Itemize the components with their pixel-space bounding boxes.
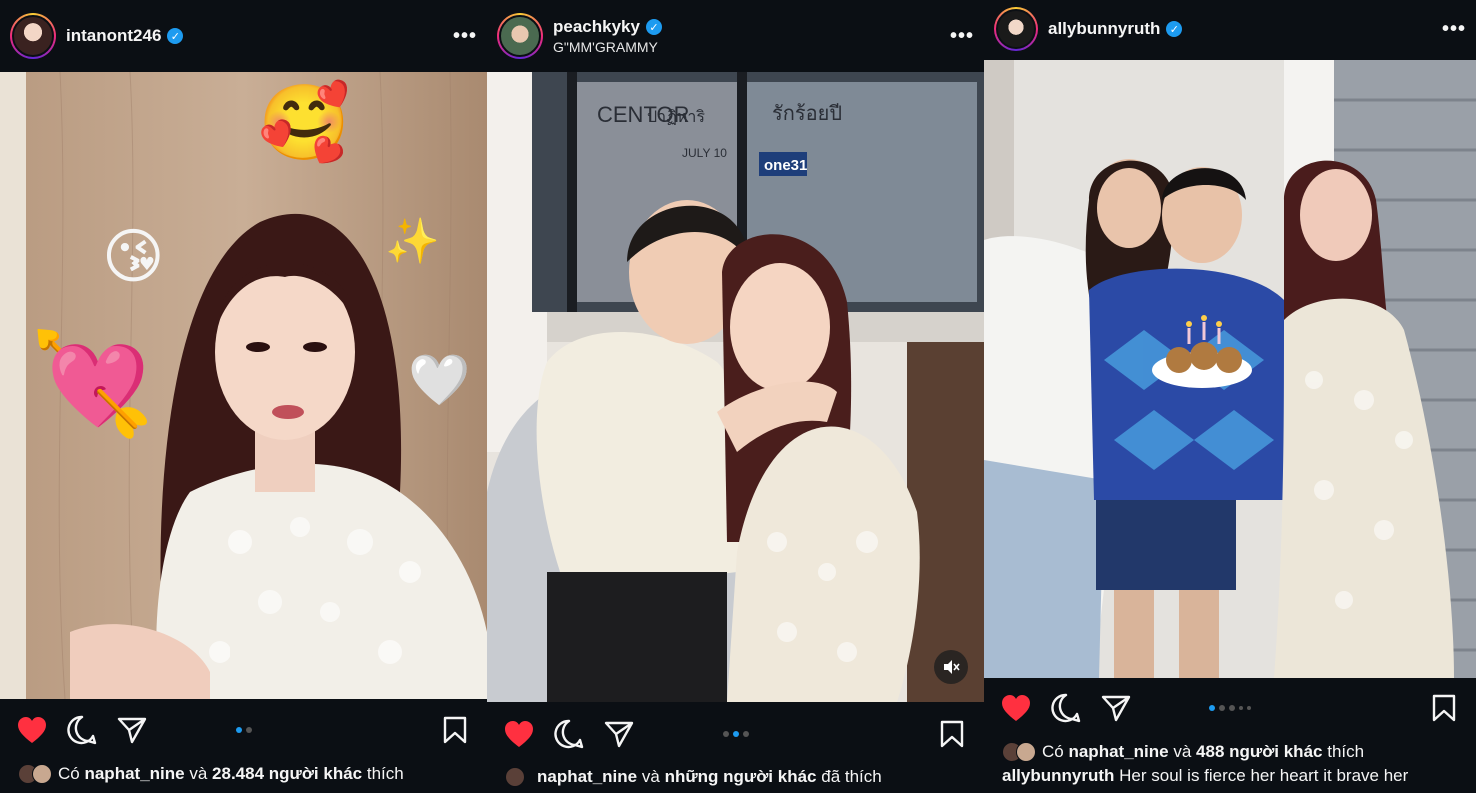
liker-avatars xyxy=(18,764,52,784)
likes-count[interactable]: 28.484 người khác xyxy=(212,764,362,784)
kiss-emoji: 😘 xyxy=(102,223,165,290)
heart-icon[interactable] xyxy=(503,718,535,750)
likes-count[interactable]: những người khác xyxy=(665,767,817,787)
likes-line: Có naphat_nine và 28.484 người khác thíc… xyxy=(18,762,477,786)
liker-username[interactable]: naphat_nine xyxy=(84,764,184,784)
post-peachkyky: peachkyky ✓ G"MM'GRAMMY ••• CENTOR รักร้… xyxy=(487,0,984,793)
white-heart-emoji: 🤍 xyxy=(408,352,471,408)
post-subtitle[interactable]: G"MM'GRAMMY xyxy=(553,39,662,55)
likes-prefix: Có xyxy=(58,764,80,783)
liker-username[interactable]: naphat_nine xyxy=(537,767,637,787)
bookmark-icon[interactable] xyxy=(936,718,968,750)
likes-line: naphat_nine và những người khác đã thích xyxy=(505,765,974,789)
action-bar xyxy=(487,712,984,756)
store-text-3: ปาฏิหาริ xyxy=(647,109,705,126)
likes-conjunction: và xyxy=(641,767,660,786)
share-icon[interactable] xyxy=(603,718,635,750)
liker-avatars xyxy=(1002,742,1036,762)
likes-suffix: thích xyxy=(366,764,404,783)
verified-icon: ✓ xyxy=(167,28,184,44)
bookmark-icon[interactable] xyxy=(1428,692,1460,724)
post-intanont246: intanont246 ✓ ••• 🥰 😘 💘 🤍 ✨ Có naphat_ni… xyxy=(0,0,487,793)
avatar[interactable] xyxy=(10,13,56,59)
post-header: allybunnyruth ✓ ••• xyxy=(984,0,1476,58)
caption: allybunnyruth Her soul is fierce her hea… xyxy=(1002,766,1466,790)
username[interactable]: peachkyky xyxy=(553,17,640,37)
username[interactable]: allybunnyruth xyxy=(1048,19,1160,39)
more-icon[interactable]: ••• xyxy=(1442,18,1466,41)
liker-avatars xyxy=(505,767,525,787)
avatar[interactable] xyxy=(994,7,1038,51)
action-bar xyxy=(984,686,1476,730)
post-header: intanont246 ✓ ••• xyxy=(0,0,487,72)
post-photo[interactable]: CENTOR รักร้อยปี ปาฏิหาริ JULY 10 one31 xyxy=(487,72,984,702)
carousel-indicator xyxy=(1209,705,1251,711)
heart-arrow-emoji: 💘 xyxy=(30,328,155,440)
store-text-5: one31 xyxy=(764,157,807,174)
action-bar xyxy=(0,708,487,752)
heart-icon[interactable] xyxy=(1000,692,1032,724)
comment-icon[interactable] xyxy=(66,714,98,746)
more-icon[interactable]: ••• xyxy=(950,25,974,48)
liker-username[interactable]: naphat_nine xyxy=(1068,742,1168,762)
verified-icon: ✓ xyxy=(1166,21,1183,37)
more-icon[interactable]: ••• xyxy=(453,25,477,48)
likes-line: Có naphat_nine và 488 người khác thích xyxy=(1002,740,1466,764)
share-icon[interactable] xyxy=(1100,692,1132,724)
caption-username[interactable]: allybunnyruth xyxy=(1002,766,1114,785)
bookmark-icon[interactable] xyxy=(439,714,471,746)
smiling-hearts-emoji: 🥰 xyxy=(258,81,351,164)
post-allybunnyruth: allybunnyruth ✓ ••• Có naphat_nine và 48… xyxy=(984,0,1476,793)
heart-icon[interactable] xyxy=(16,714,48,746)
likes-suffix: thích xyxy=(1327,742,1365,761)
post-photo[interactable] xyxy=(984,60,1476,678)
post-photo[interactable]: 🥰 😘 💘 🤍 ✨ xyxy=(0,72,487,699)
photo-birthday-group xyxy=(984,60,1476,678)
sparkles-emoji: ✨ xyxy=(385,217,440,266)
likes-count[interactable]: 488 người khác xyxy=(1196,742,1322,762)
caption-text: Her soul is fierce her heart it brave he… xyxy=(1119,766,1409,785)
avatar[interactable] xyxy=(497,13,543,59)
share-icon[interactable] xyxy=(116,714,148,746)
post-header: peachkyky ✓ G"MM'GRAMMY ••• xyxy=(487,0,984,72)
comment-icon[interactable] xyxy=(1050,692,1082,724)
likes-conjunction: và xyxy=(1173,742,1192,761)
likes-conjunction: và xyxy=(189,764,208,783)
store-text-2: รักร้อยปี xyxy=(772,103,842,125)
instagram-collage: intanont246 ✓ ••• 🥰 😘 💘 🤍 ✨ Có naphat_ni… xyxy=(0,0,1476,793)
store-text-4: JULY 10 xyxy=(682,146,727,160)
mute-icon[interactable] xyxy=(934,650,968,684)
photo-couple-selfie: CENTOR รักร้อยปี ปาฏิหาริ JULY 10 one31 xyxy=(487,72,984,702)
likes-prefix: Có xyxy=(1042,742,1064,761)
carousel-indicator xyxy=(722,731,749,737)
verified-icon: ✓ xyxy=(645,19,662,35)
likes-suffix: đã thích xyxy=(821,767,882,786)
comment-icon[interactable] xyxy=(553,718,585,750)
username[interactable]: intanont246 xyxy=(66,26,161,46)
carousel-indicator xyxy=(235,727,252,733)
